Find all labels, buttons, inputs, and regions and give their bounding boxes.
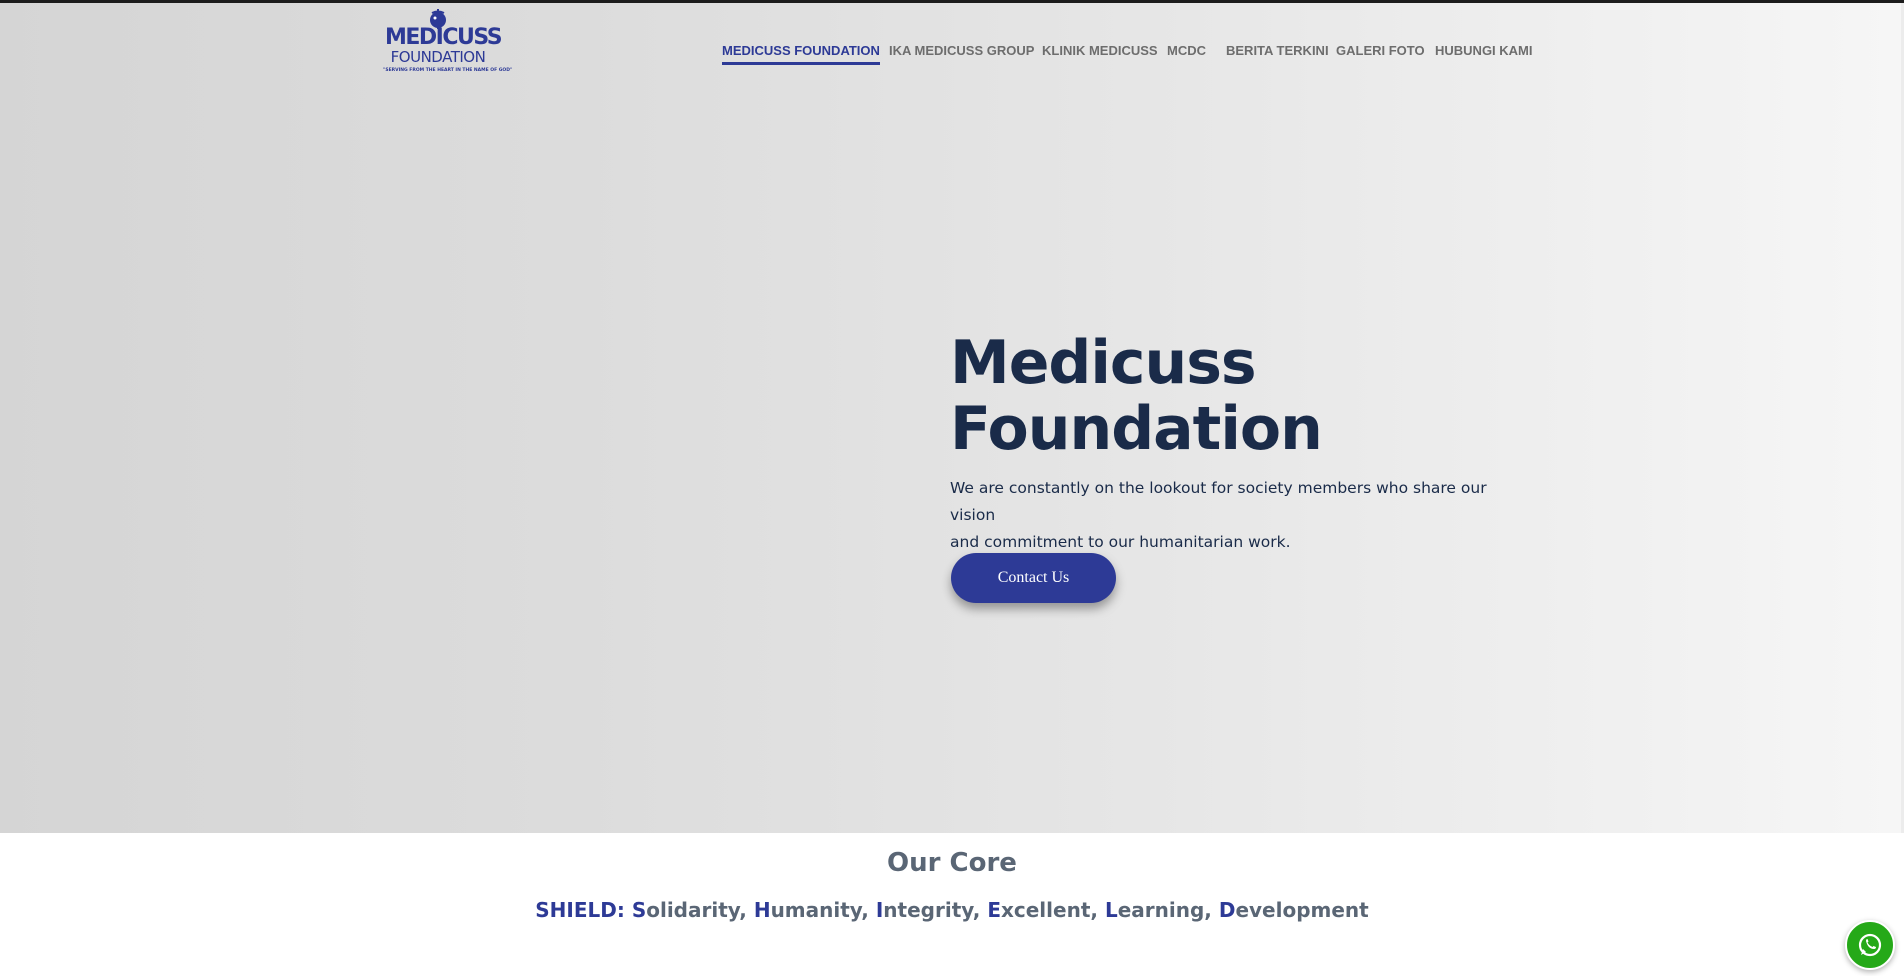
hero-title-line1: Medicuss [950, 328, 1257, 398]
main-nav: MEDICUSS FOUNDATION IKA MEDICUSS GROUP K… [0, 43, 1904, 73]
nav-item-klinik-medicuss[interactable]: KLINIK MEDICUSS [1042, 43, 1158, 62]
core-value-initial: D [1218, 898, 1236, 922]
core-value-rest: xcellent [1000, 898, 1091, 922]
core-value-rest: earning [1117, 898, 1205, 922]
nav-item-hubungi-kami[interactable]: HUBUNGI KAMI [1435, 43, 1533, 62]
nav-item-berita-terkini[interactable]: BERITA TERKINI [1226, 43, 1329, 62]
core-value-initial: H [753, 898, 771, 922]
core-value-rest: umanity [770, 898, 862, 922]
core-value-rest: evelopment [1235, 898, 1369, 922]
core-values-prefix: SHIELD: [535, 898, 625, 922]
core-value-rest: olidarity [646, 898, 740, 922]
contact-us-button[interactable]: Contact Us [951, 553, 1116, 603]
core-values: SHIELD: Solidarity, Humanity, Integrity,… [535, 898, 1369, 922]
core-value-rest: ntegrity [883, 898, 973, 922]
hero-subtitle: We are constantly on the lookout for soc… [950, 475, 1530, 556]
core-value-initial: S [631, 898, 647, 922]
nav-item-mcdc[interactable]: MCDC [1167, 43, 1206, 62]
nav-item-ika-medicuss-group[interactable]: IKA MEDICUSS GROUP [889, 43, 1034, 62]
hero-title-line2: Foundation [950, 394, 1323, 464]
core-value-initial: L [1104, 898, 1118, 922]
core-section-title: Our Core [887, 848, 1017, 878]
nav-item-galeri-foto[interactable]: GALERI FOTO [1336, 43, 1425, 62]
nav-item-medicuss-foundation[interactable]: MEDICUSS FOUNDATION [722, 43, 880, 65]
whatsapp-button[interactable] [1845, 920, 1895, 970]
hero-title: Medicuss Foundation [950, 330, 1550, 462]
core-value-initial: E [987, 898, 1001, 922]
whatsapp-icon [1858, 933, 1882, 957]
site-header: MEDICUSS FOUNDATION "SERVING FROM THE HE… [0, 3, 1904, 73]
hero-subtitle-line2: and commitment to our humanitarian work. [950, 533, 1291, 551]
hero-subtitle-line1: We are constantly on the lookout for soc… [950, 479, 1487, 524]
